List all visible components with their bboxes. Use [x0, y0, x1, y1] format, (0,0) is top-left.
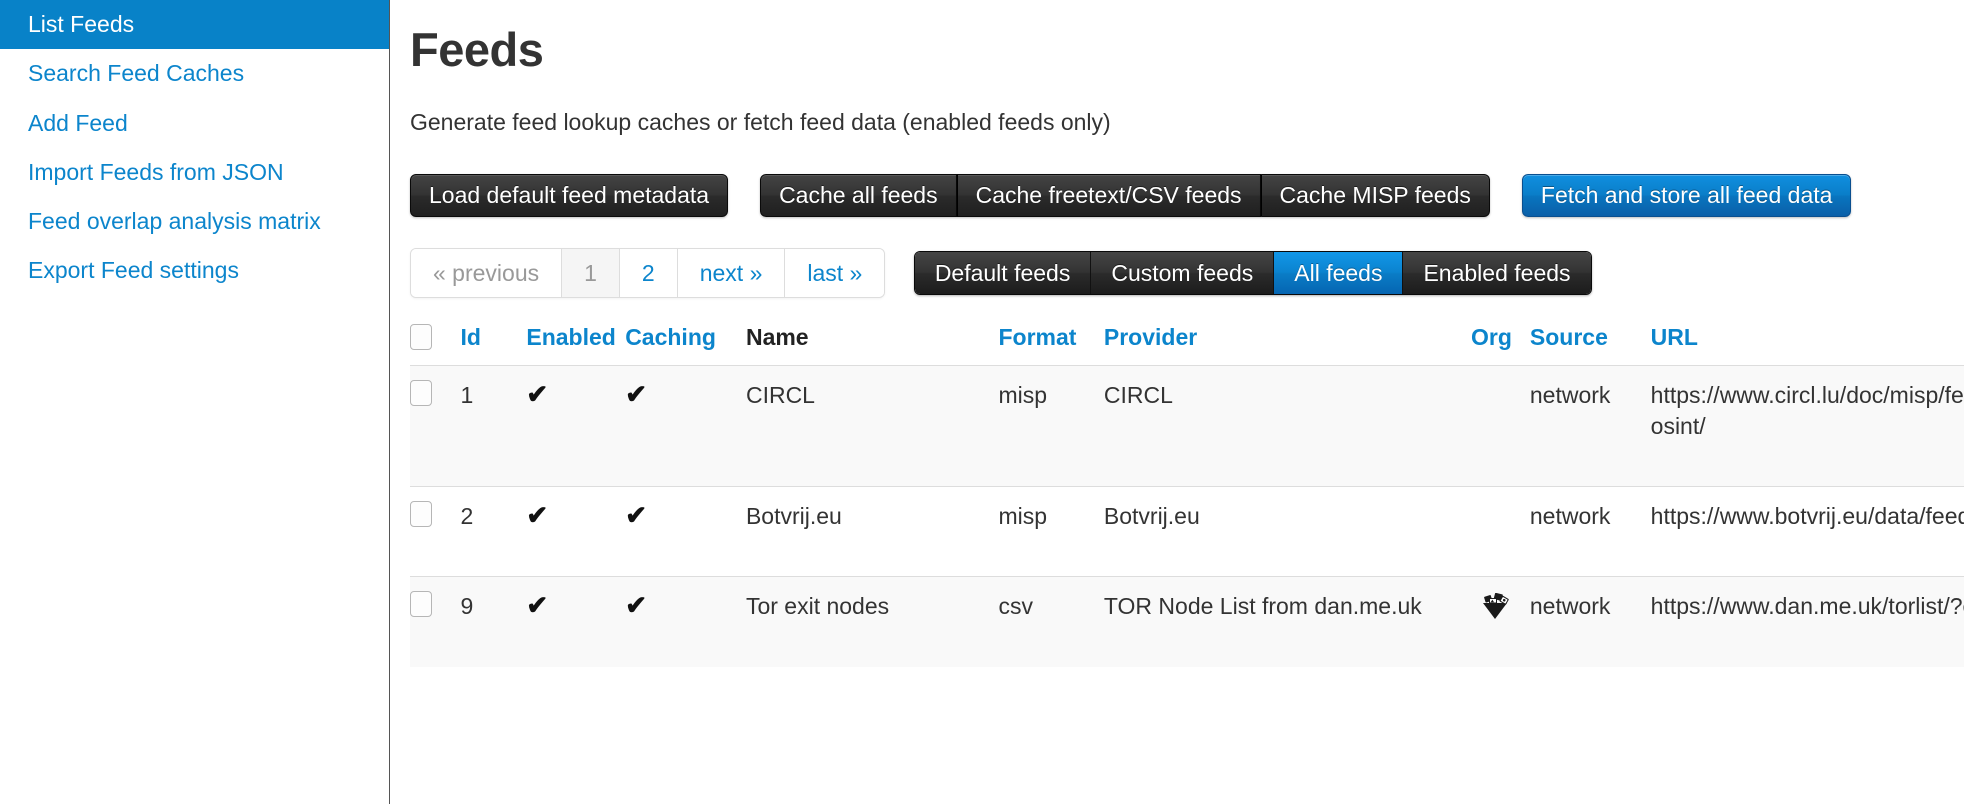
column-header-caching[interactable]: Caching	[625, 318, 746, 366]
column-header-id[interactable]: Id	[461, 318, 527, 366]
column-header-org[interactable]: Org	[1453, 318, 1530, 366]
cache-button-group: Cache all feeds Cache freetext/CSV feeds…	[760, 174, 1490, 217]
row-checkbox[interactable]	[410, 591, 432, 617]
cell-format: misp	[998, 365, 1103, 486]
cell-source: network	[1530, 365, 1651, 486]
tab-custom-feeds[interactable]: Custom feeds	[1091, 252, 1274, 294]
enabled-check-icon: ✔	[526, 590, 548, 620]
action-button-row: Load default feed metadata Cache all fee…	[410, 174, 1944, 217]
row-checkbox[interactable]	[410, 501, 432, 527]
column-header-name[interactable]: Name	[746, 318, 999, 366]
pagination-page-2[interactable]: 2	[620, 249, 678, 297]
sidebar: List Feeds Search Feed Caches Add Feed I…	[0, 0, 390, 804]
row-select-cell	[410, 486, 461, 576]
cell-org	[1453, 576, 1530, 666]
cell-caching: ✔	[625, 365, 746, 486]
cell-enabled: ✔	[526, 365, 625, 486]
pagination-previous[interactable]: « previous	[411, 249, 562, 297]
load-default-feed-metadata-button[interactable]: Load default feed metadata	[410, 174, 728, 217]
table-header-row: Id Enabled Caching Name Format Provider …	[410, 318, 1964, 366]
cache-all-feeds-button[interactable]: Cache all feeds	[760, 174, 957, 217]
column-header-enabled[interactable]: Enabled	[526, 318, 625, 366]
column-header-url[interactable]: URL	[1651, 318, 1964, 366]
cache-freetext-csv-feeds-button[interactable]: Cache freetext/CSV feeds	[957, 174, 1261, 217]
cell-name: Tor exit nodes	[746, 576, 999, 666]
sidebar-item-list-feeds[interactable]: List Feeds	[0, 0, 389, 49]
cell-caching: ✔	[625, 486, 746, 576]
select-all-header	[410, 318, 461, 366]
cell-enabled: ✔	[526, 576, 625, 666]
cell-format: misp	[998, 486, 1103, 576]
pagination-page-1[interactable]: 1	[562, 249, 620, 297]
tab-default-feeds[interactable]: Default feeds	[915, 252, 1092, 294]
cell-name: CIRCL	[746, 365, 999, 486]
org-funnel-icon	[1478, 593, 1512, 623]
caching-check-icon: ✔	[625, 500, 647, 530]
page-title: Feeds	[410, 24, 1944, 76]
cell-source: network	[1530, 486, 1651, 576]
column-header-provider[interactable]: Provider	[1104, 318, 1453, 366]
table-row[interactable]: 2 ✔ ✔ Botvrij.eu misp Botvrij.eu network…	[410, 486, 1964, 576]
sidebar-item-import-feeds-from-json[interactable]: Import Feeds from JSON	[0, 148, 389, 197]
cell-enabled: ✔	[526, 486, 625, 576]
caching-check-icon: ✔	[625, 590, 647, 620]
cell-id: 2	[461, 486, 527, 576]
tab-enabled-feeds[interactable]: Enabled feeds	[1403, 252, 1590, 294]
feed-filter-tabs: Default feeds Custom feeds All feeds Ena…	[914, 251, 1592, 295]
feeds-table: Id Enabled Caching Name Format Provider …	[410, 318, 1964, 667]
cache-misp-feeds-button[interactable]: Cache MISP feeds	[1261, 174, 1490, 217]
page-description: Generate feed lookup caches or fetch fee…	[410, 108, 1944, 138]
pagination: « previous 1 2 next » last »	[410, 248, 885, 298]
pagination-last[interactable]: last »	[785, 249, 884, 297]
row-select-cell	[410, 576, 461, 666]
cell-org	[1453, 486, 1530, 576]
column-header-source[interactable]: Source	[1530, 318, 1651, 366]
cell-url: https://www.circl.lu/doc/misp/feed-osint…	[1651, 365, 1964, 486]
cell-org	[1453, 365, 1530, 486]
sidebar-item-feed-overlap-analysis-matrix[interactable]: Feed overlap analysis matrix	[0, 197, 389, 246]
cell-source: network	[1530, 576, 1651, 666]
cell-url: https://www.dan.me.uk/torlist/?exit	[1651, 576, 1964, 666]
cell-provider: CIRCL	[1104, 365, 1453, 486]
cell-provider: Botvrij.eu	[1104, 486, 1453, 576]
tab-all-feeds[interactable]: All feeds	[1274, 252, 1403, 294]
enabled-check-icon: ✔	[526, 379, 548, 409]
row-checkbox[interactable]	[410, 380, 432, 406]
feeds-page: List Feeds Search Feed Caches Add Feed I…	[0, 0, 1964, 804]
enabled-check-icon: ✔	[526, 500, 548, 530]
cell-name: Botvrij.eu	[746, 486, 999, 576]
cell-format: csv	[998, 576, 1103, 666]
sidebar-item-search-feed-caches[interactable]: Search Feed Caches	[0, 49, 389, 98]
cell-caching: ✔	[625, 576, 746, 666]
select-all-checkbox[interactable]	[410, 324, 432, 350]
caching-check-icon: ✔	[625, 379, 647, 409]
feeds-table-body: 1 ✔ ✔ CIRCL misp CIRCL network https://w…	[410, 365, 1964, 667]
main-content: Feeds Generate feed lookup caches or fet…	[390, 0, 1964, 804]
pagination-next[interactable]: next »	[678, 249, 786, 297]
fetch-and-store-all-feed-data-button[interactable]: Fetch and store all feed data	[1522, 174, 1852, 217]
cell-url: https://www.botvrij.eu/data/feed-osint	[1651, 486, 1964, 576]
cell-id: 9	[461, 576, 527, 666]
column-header-format[interactable]: Format	[998, 318, 1103, 366]
sidebar-item-add-feed[interactable]: Add Feed	[0, 99, 389, 148]
table-row[interactable]: 9 ✔ ✔ Tor exit nodes csv TOR Node List f…	[410, 576, 1964, 666]
sidebar-item-export-feed-settings[interactable]: Export Feed settings	[0, 246, 389, 295]
cell-provider: TOR Node List from dan.me.uk	[1104, 576, 1453, 666]
row-select-cell	[410, 365, 461, 486]
table-row[interactable]: 1 ✔ ✔ CIRCL misp CIRCL network https://w…	[410, 365, 1964, 486]
cell-id: 1	[461, 365, 527, 486]
